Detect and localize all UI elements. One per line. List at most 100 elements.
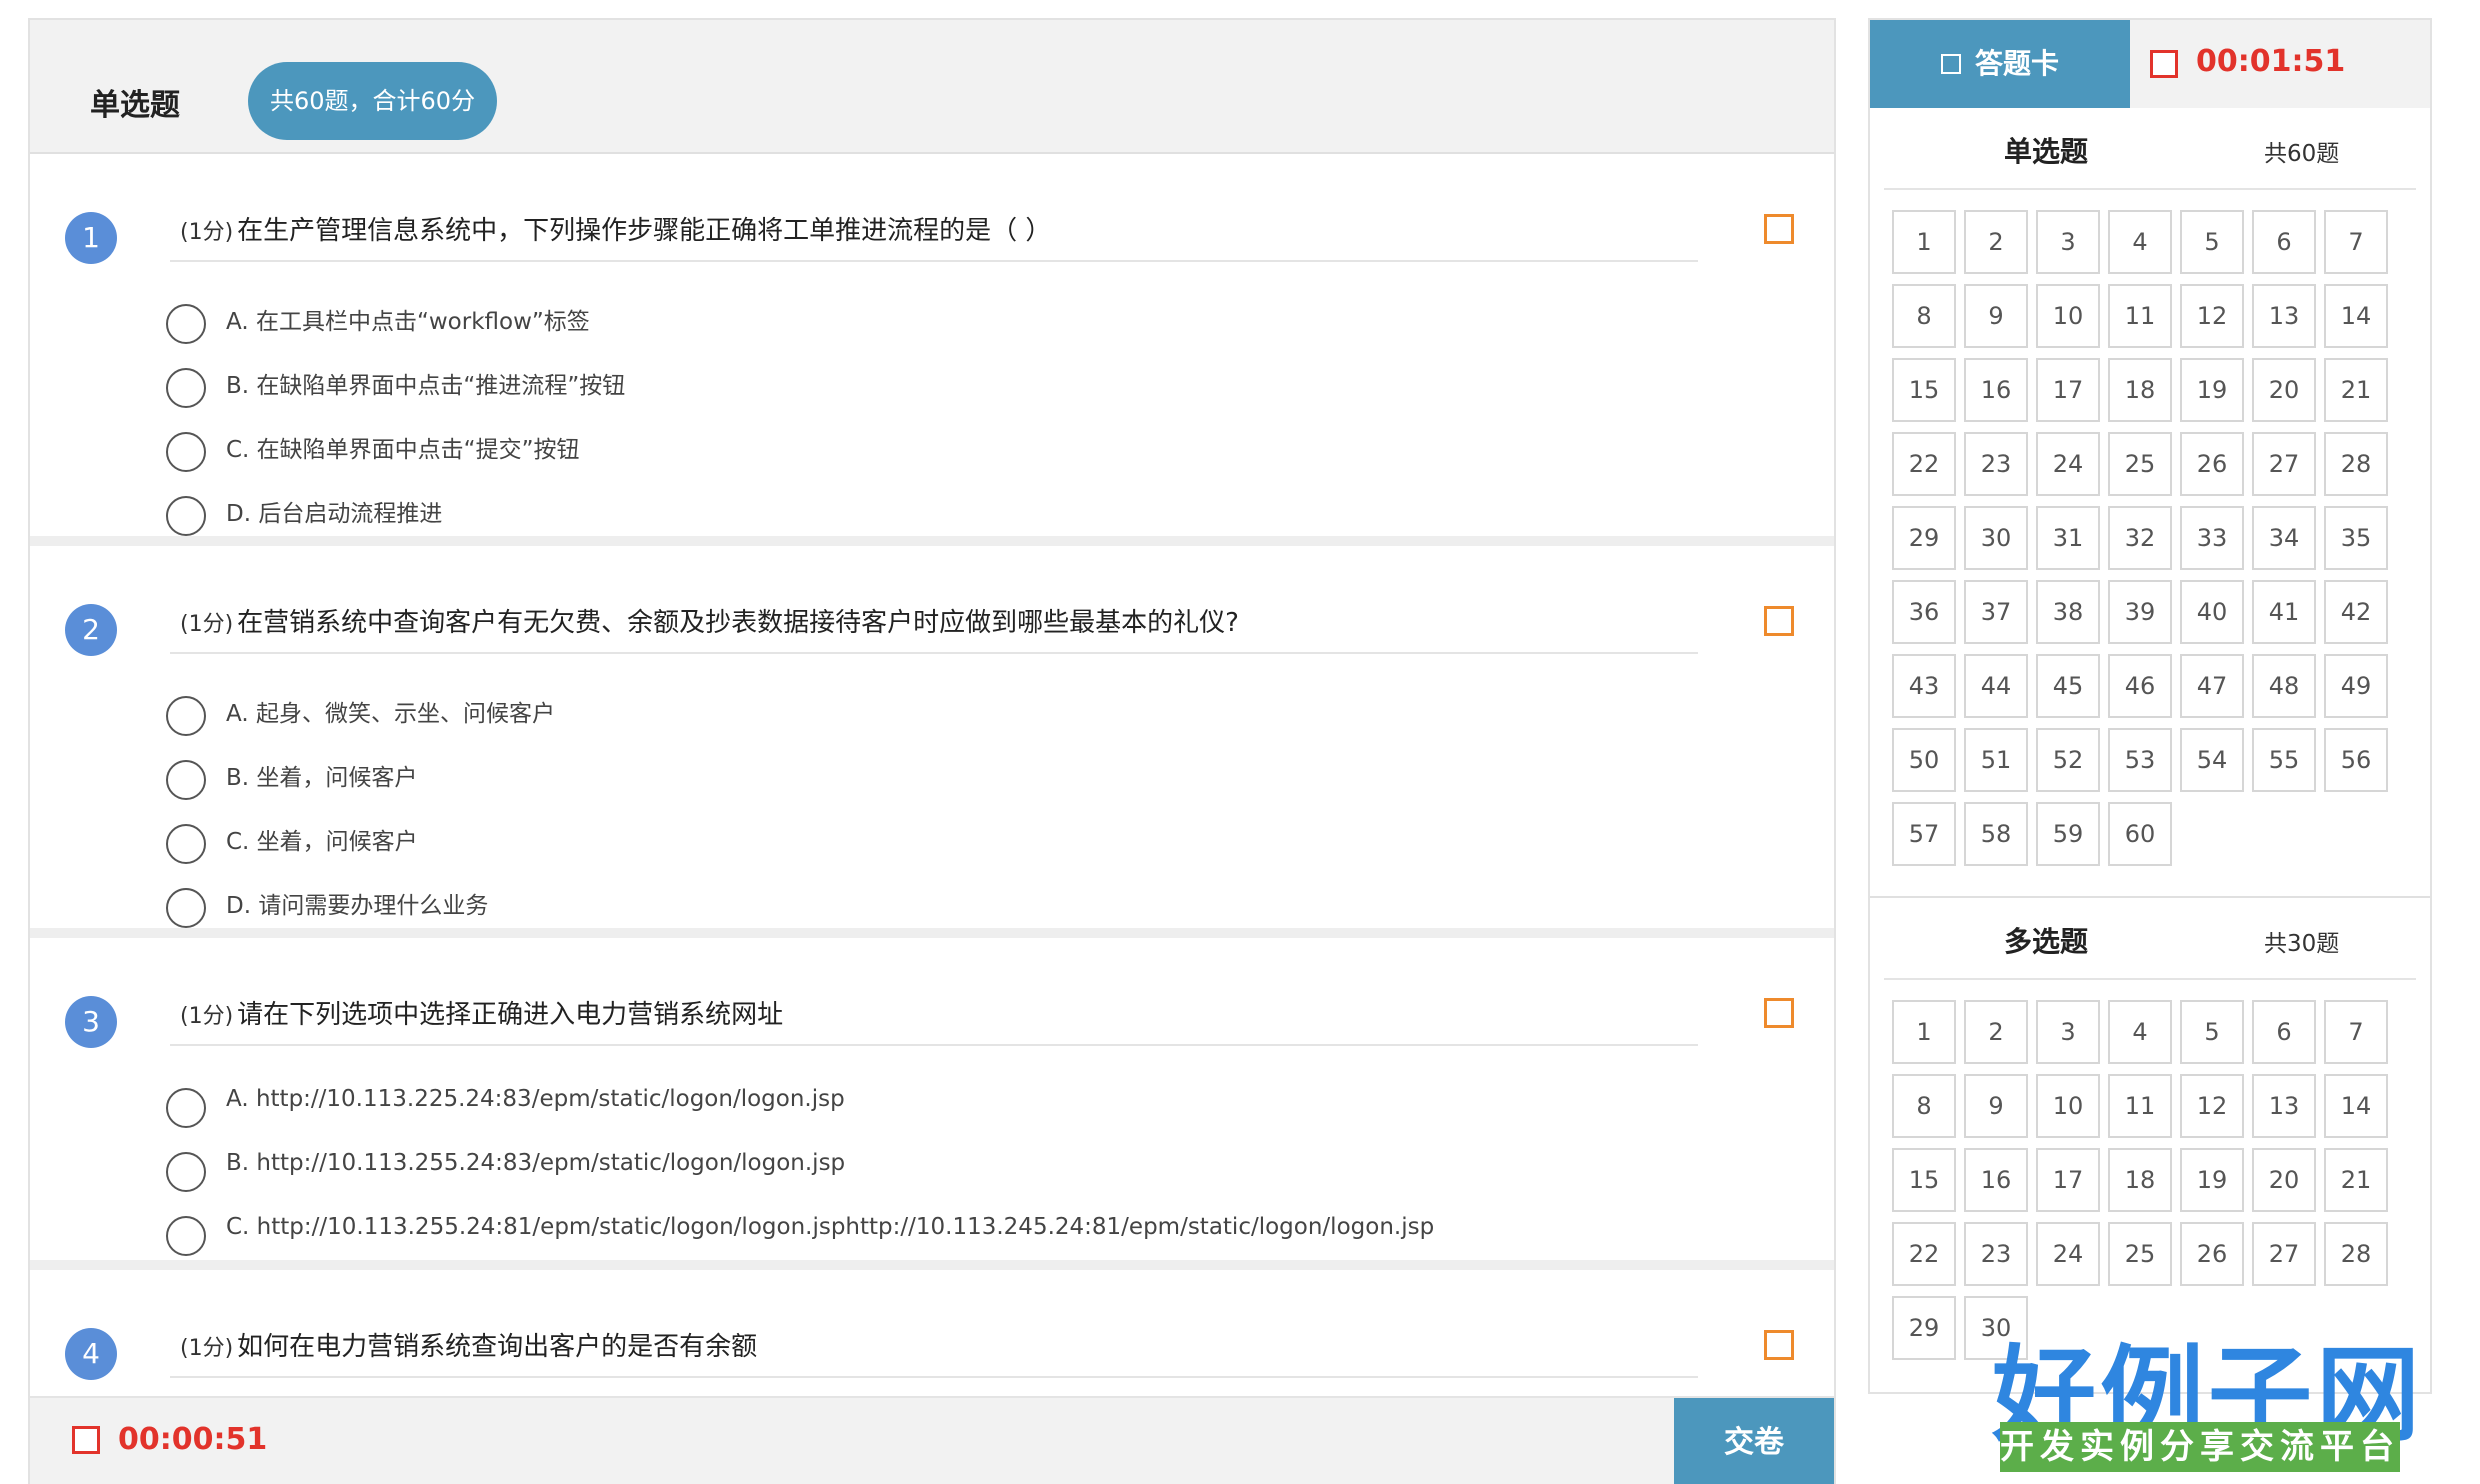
flag-icon[interactable] [1764, 998, 1794, 1028]
question-nav-cell[interactable]: 14 [2324, 1074, 2388, 1138]
question-nav-cell[interactable]: 7 [2324, 1000, 2388, 1064]
question-nav-cell[interactable]: 42 [2324, 580, 2388, 644]
question-nav-cell[interactable]: 21 [2324, 358, 2388, 422]
question-nav-cell[interactable]: 3 [2036, 1000, 2100, 1064]
question-nav-cell[interactable]: 23 [1964, 432, 2028, 496]
question-nav-cell[interactable]: 22 [1892, 432, 1956, 496]
question-nav-cell[interactable]: 29 [1892, 1296, 1956, 1360]
question-nav-cell[interactable]: 25 [2108, 432, 2172, 496]
question-nav-cell[interactable]: 18 [2108, 1148, 2172, 1212]
question-nav-cell[interactable]: 15 [1892, 358, 1956, 422]
question-nav-cell[interactable]: 28 [2324, 1222, 2388, 1286]
question-nav-cell[interactable]: 46 [2108, 654, 2172, 718]
question-nav-cell[interactable]: 10 [2036, 1074, 2100, 1138]
question-nav-cell[interactable]: 30 [1964, 506, 2028, 570]
question-nav-cell[interactable]: 34 [2252, 506, 2316, 570]
radio-button[interactable] [166, 496, 206, 536]
question-nav-cell[interactable]: 4 [2108, 1000, 2172, 1064]
flag-icon[interactable] [1764, 606, 1794, 636]
question-nav-cell[interactable]: 17 [2036, 358, 2100, 422]
question-nav-cell[interactable]: 40 [2180, 580, 2244, 644]
question-nav-cell[interactable]: 54 [2180, 728, 2244, 792]
question-nav-cell[interactable]: 58 [1964, 802, 2028, 866]
question-nav-cell[interactable]: 14 [2324, 284, 2388, 348]
question-nav-cell[interactable]: 32 [2108, 506, 2172, 570]
question-nav-cell[interactable]: 36 [1892, 580, 1956, 644]
question-nav-cell[interactable]: 44 [1964, 654, 2028, 718]
question-nav-cell[interactable]: 27 [2252, 432, 2316, 496]
question-nav-cell[interactable]: 31 [2036, 506, 2100, 570]
question-nav-cell[interactable]: 53 [2108, 728, 2172, 792]
question-nav-cell[interactable]: 19 [2180, 1148, 2244, 1212]
question-nav-cell[interactable]: 38 [2036, 580, 2100, 644]
question-nav-cell[interactable]: 17 [2036, 1148, 2100, 1212]
question-nav-cell[interactable]: 9 [1964, 284, 2028, 348]
question-nav-cell[interactable]: 43 [1892, 654, 1956, 718]
question-nav-cell[interactable]: 10 [2036, 284, 2100, 348]
question-nav-cell[interactable]: 21 [2324, 1148, 2388, 1212]
question-nav-cell[interactable]: 19 [2180, 358, 2244, 422]
question-nav-cell[interactable]: 2 [1964, 1000, 2028, 1064]
radio-button[interactable] [166, 1216, 206, 1256]
question-nav-cell[interactable]: 9 [1964, 1074, 2028, 1138]
question-nav-cell[interactable]: 47 [2180, 654, 2244, 718]
question-nav-cell[interactable]: 59 [2036, 802, 2100, 866]
question-nav-cell[interactable]: 25 [2108, 1222, 2172, 1286]
question-nav-cell[interactable]: 45 [2036, 654, 2100, 718]
submit-button[interactable]: 交卷 [1674, 1398, 1834, 1484]
question-nav-cell[interactable]: 2 [1964, 210, 2028, 274]
question-nav-cell[interactable]: 57 [1892, 802, 1956, 866]
question-nav-cell[interactable]: 1 [1892, 1000, 1956, 1064]
question-nav-cell[interactable]: 6 [2252, 210, 2316, 274]
radio-button[interactable] [166, 304, 206, 344]
question-nav-cell[interactable]: 29 [1892, 506, 1956, 570]
question-nav-cell[interactable]: 5 [2180, 210, 2244, 274]
question-nav-cell[interactable]: 56 [2324, 728, 2388, 792]
question-nav-cell[interactable]: 1 [1892, 210, 1956, 274]
question-nav-cell[interactable]: 18 [2108, 358, 2172, 422]
question-nav-cell[interactable]: 33 [2180, 506, 2244, 570]
question-nav-cell[interactable]: 16 [1964, 358, 2028, 422]
question-nav-cell[interactable]: 13 [2252, 284, 2316, 348]
question-nav-cell[interactable]: 28 [2324, 432, 2388, 496]
question-nav-cell[interactable]: 51 [1964, 728, 2028, 792]
question-nav-cell[interactable]: 16 [1964, 1148, 2028, 1212]
radio-button[interactable] [166, 432, 206, 472]
radio-button[interactable] [166, 888, 206, 928]
answer-card-tab[interactable]: 答题卡 [1870, 20, 2130, 108]
flag-icon[interactable] [1764, 1330, 1794, 1360]
question-nav-cell[interactable]: 35 [2324, 506, 2388, 570]
question-nav-cell[interactable]: 12 [2180, 284, 2244, 348]
question-nav-cell[interactable]: 49 [2324, 654, 2388, 718]
question-nav-cell[interactable]: 39 [2108, 580, 2172, 644]
question-nav-cell[interactable]: 20 [2252, 358, 2316, 422]
question-nav-cell[interactable]: 4 [2108, 210, 2172, 274]
question-nav-cell[interactable]: 15 [1892, 1148, 1956, 1212]
question-nav-cell[interactable]: 26 [2180, 432, 2244, 496]
question-nav-cell[interactable]: 5 [2180, 1000, 2244, 1064]
radio-button[interactable] [166, 368, 206, 408]
question-nav-cell[interactable]: 13 [2252, 1074, 2316, 1138]
question-nav-cell[interactable]: 11 [2108, 284, 2172, 348]
question-nav-cell[interactable]: 20 [2252, 1148, 2316, 1212]
question-nav-cell[interactable]: 7 [2324, 210, 2388, 274]
question-nav-cell[interactable]: 50 [1892, 728, 1956, 792]
question-nav-cell[interactable]: 55 [2252, 728, 2316, 792]
question-nav-cell[interactable]: 26 [2180, 1222, 2244, 1286]
question-nav-cell[interactable]: 48 [2252, 654, 2316, 718]
radio-button[interactable] [166, 696, 206, 736]
question-nav-cell[interactable]: 41 [2252, 580, 2316, 644]
question-nav-cell[interactable]: 23 [1964, 1222, 2028, 1286]
flag-icon[interactable] [1764, 214, 1794, 244]
radio-button[interactable] [166, 1152, 206, 1192]
question-nav-cell[interactable]: 22 [1892, 1222, 1956, 1286]
radio-button[interactable] [166, 824, 206, 864]
question-nav-cell[interactable]: 8 [1892, 284, 1956, 348]
radio-button[interactable] [166, 1088, 206, 1128]
question-nav-cell[interactable]: 37 [1964, 580, 2028, 644]
question-nav-cell[interactable]: 12 [2180, 1074, 2244, 1138]
question-nav-cell[interactable]: 24 [2036, 1222, 2100, 1286]
question-nav-cell[interactable]: 24 [2036, 432, 2100, 496]
question-nav-cell[interactable]: 6 [2252, 1000, 2316, 1064]
question-nav-cell[interactable]: 60 [2108, 802, 2172, 866]
